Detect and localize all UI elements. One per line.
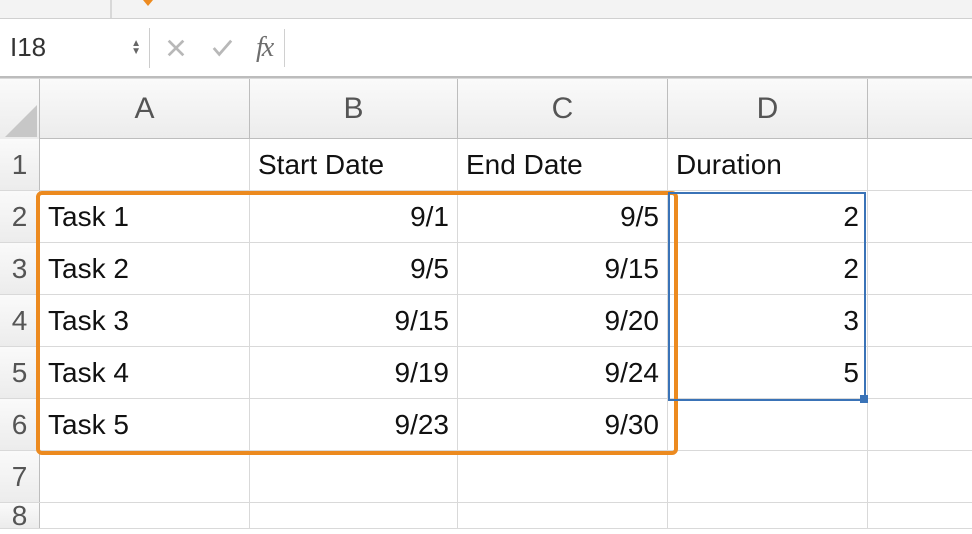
ribbon-sliver bbox=[0, 0, 972, 18]
cell-D7[interactable] bbox=[668, 451, 868, 502]
select-all-corner[interactable] bbox=[0, 79, 40, 139]
cell-D6[interactable] bbox=[668, 399, 868, 450]
formula-input[interactable] bbox=[284, 29, 972, 67]
row-header-2[interactable]: 2 bbox=[0, 191, 40, 242]
cell-A3[interactable]: Task 2 bbox=[40, 243, 250, 294]
row-header-8[interactable]: 8 bbox=[0, 503, 40, 528]
table-row: 8 bbox=[0, 503, 972, 529]
table-row: 1 Start Date End Date Duration bbox=[0, 139, 972, 191]
column-headers: A B C D bbox=[0, 79, 972, 139]
ribbon-divider bbox=[110, 0, 112, 18]
cell-D5[interactable]: 5 bbox=[668, 347, 868, 398]
table-row: 7 bbox=[0, 451, 972, 503]
col-header-B[interactable]: B bbox=[250, 79, 458, 138]
cell-C8[interactable] bbox=[458, 503, 668, 528]
spreadsheet-grid[interactable]: A B C D 1 Start Date End Date Duration 2… bbox=[0, 79, 972, 529]
formula-actions bbox=[150, 37, 250, 59]
col-header-A[interactable]: A bbox=[40, 79, 250, 138]
name-box-stepper[interactable]: ▲ ▼ bbox=[131, 40, 141, 56]
cell-C6[interactable]: 9/30 bbox=[458, 399, 668, 450]
table-row: 5 Task 4 9/19 9/24 5 bbox=[0, 347, 972, 399]
cell-B5[interactable]: 9/19 bbox=[250, 347, 458, 398]
name-box[interactable]: I18 ▲ ▼ bbox=[0, 28, 150, 68]
cell-B7[interactable] bbox=[250, 451, 458, 502]
row-header-5[interactable]: 5 bbox=[0, 347, 40, 398]
cell-A6[interactable]: Task 5 bbox=[40, 399, 250, 450]
cell-B6[interactable]: 9/23 bbox=[250, 399, 458, 450]
cell-C7[interactable] bbox=[458, 451, 668, 502]
cell-A8[interactable] bbox=[40, 503, 250, 528]
cell-A2[interactable]: Task 1 bbox=[40, 191, 250, 242]
cell-A7[interactable] bbox=[40, 451, 250, 502]
cell-B1[interactable]: Start Date bbox=[250, 139, 458, 190]
cell-D8[interactable] bbox=[668, 503, 868, 528]
cell-C1[interactable]: End Date bbox=[458, 139, 668, 190]
stepper-down-icon[interactable]: ▼ bbox=[131, 48, 141, 56]
col-header-D[interactable]: D bbox=[668, 79, 868, 138]
fx-label[interactable]: fx bbox=[250, 32, 278, 64]
formula-bar: I18 ▲ ▼ fx bbox=[0, 18, 972, 78]
cell-B8[interactable] bbox=[250, 503, 458, 528]
cell-D3[interactable]: 2 bbox=[668, 243, 868, 294]
cell-C4[interactable]: 9/20 bbox=[458, 295, 668, 346]
cell-D2[interactable]: 2 bbox=[668, 191, 868, 242]
cell-D4[interactable]: 3 bbox=[668, 295, 868, 346]
row-header-7[interactable]: 7 bbox=[0, 451, 40, 502]
cell-A4[interactable]: Task 3 bbox=[40, 295, 250, 346]
table-row: 6 Task 5 9/23 9/30 bbox=[0, 399, 972, 451]
table-row: 2 Task 1 9/1 9/5 2 bbox=[0, 191, 972, 243]
row-header-1[interactable]: 1 bbox=[0, 139, 40, 190]
cell-B3[interactable]: 9/5 bbox=[250, 243, 458, 294]
table-row: 3 Task 2 9/5 9/15 2 bbox=[0, 243, 972, 295]
row-header-6[interactable]: 6 bbox=[0, 399, 40, 450]
dropdown-caret-icon bbox=[138, 0, 158, 6]
row-header-3[interactable]: 3 bbox=[0, 243, 40, 294]
cell-C3[interactable]: 9/15 bbox=[458, 243, 668, 294]
cell-C5[interactable]: 9/24 bbox=[458, 347, 668, 398]
col-header-C[interactable]: C bbox=[458, 79, 668, 138]
row-header-4[interactable]: 4 bbox=[0, 295, 40, 346]
cancel-icon[interactable] bbox=[165, 37, 187, 59]
name-box-value: I18 bbox=[10, 32, 46, 63]
cell-B4[interactable]: 9/15 bbox=[250, 295, 458, 346]
table-row: 4 Task 3 9/15 9/20 3 bbox=[0, 295, 972, 347]
cell-B2[interactable]: 9/1 bbox=[250, 191, 458, 242]
cell-A5[interactable]: Task 4 bbox=[40, 347, 250, 398]
cell-D1[interactable]: Duration bbox=[668, 139, 868, 190]
cell-A1[interactable] bbox=[40, 139, 250, 190]
checkmark-icon[interactable] bbox=[209, 37, 235, 59]
cell-C2[interactable]: 9/5 bbox=[458, 191, 668, 242]
